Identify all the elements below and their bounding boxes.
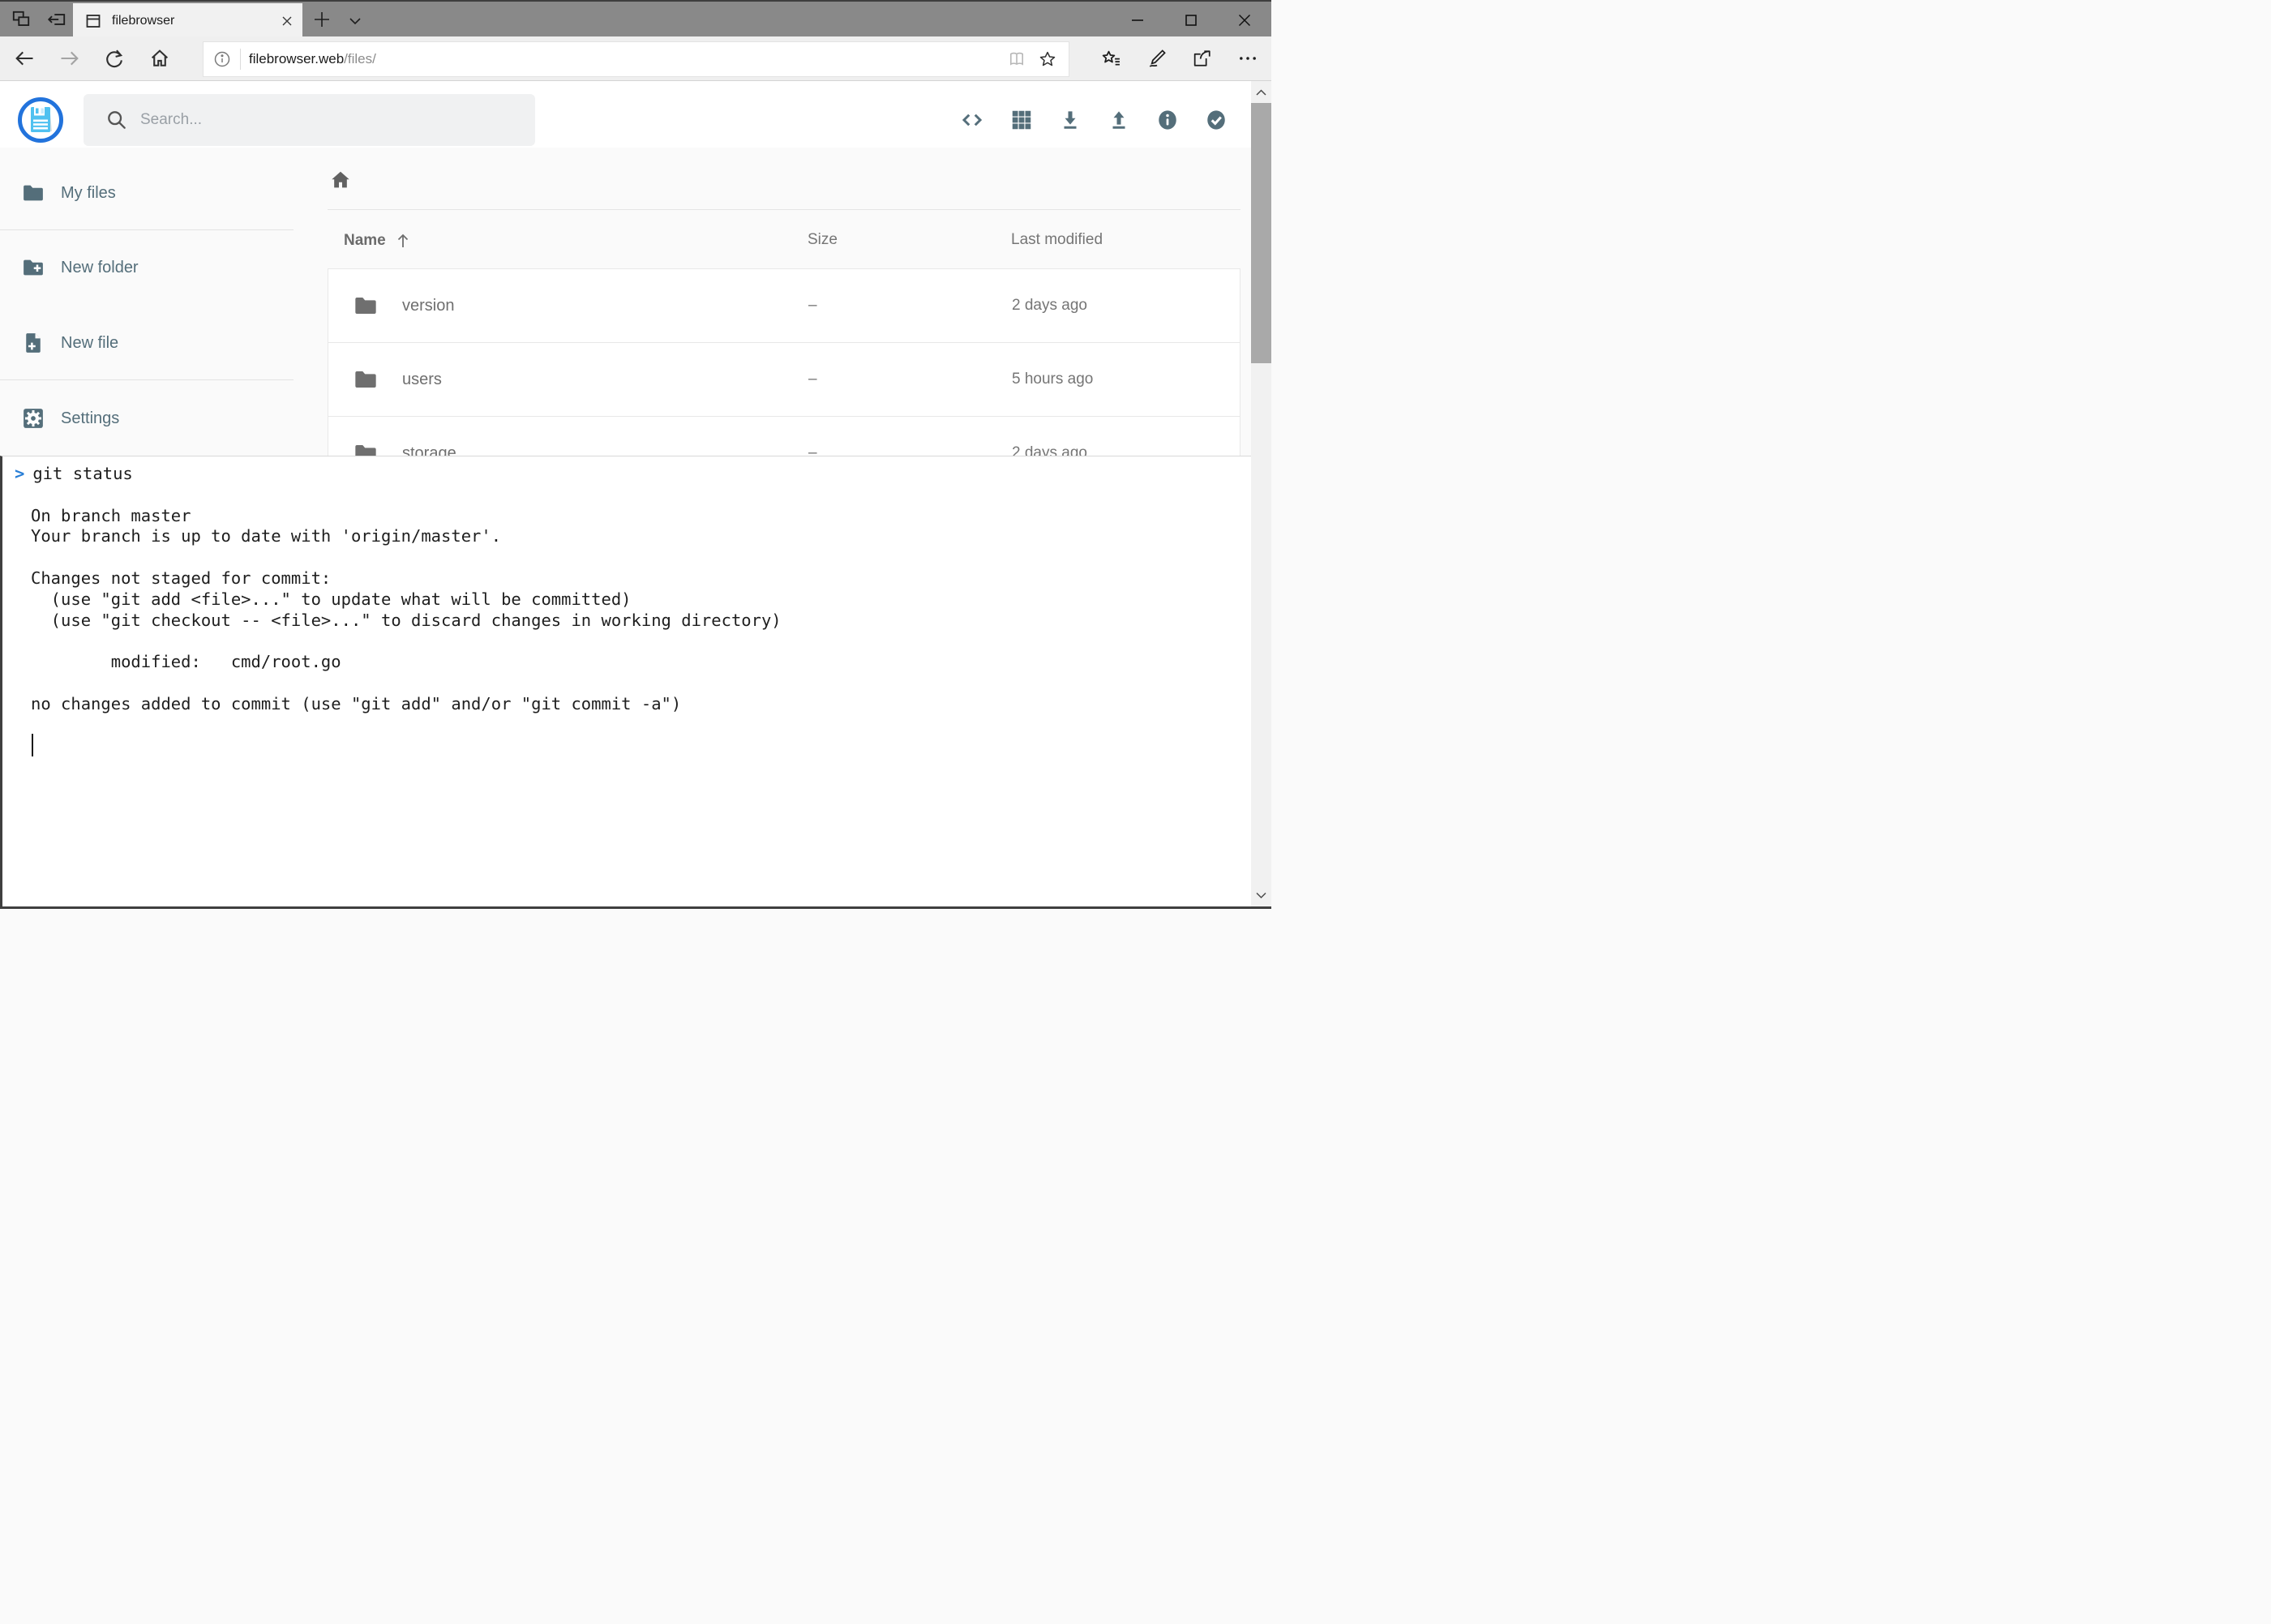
address-bar[interactable]: filebrowser.web/files/	[203, 41, 1069, 77]
annotate-pen-icon[interactable]	[1146, 47, 1168, 70]
sidebar-item-settings[interactable]: Settings	[0, 394, 300, 443]
sidebar-item-label: My files	[61, 184, 116, 203]
select-check-icon[interactable]	[1204, 108, 1228, 132]
share-icon[interactable]	[1191, 47, 1214, 70]
filebrowser-logo[interactable]	[17, 96, 64, 144]
upload-icon[interactable]	[1107, 108, 1131, 132]
page-scrollbar[interactable]	[1251, 81, 1271, 906]
file-modified: 5 hours ago	[1012, 343, 1093, 416]
tab-close-icon[interactable]	[281, 15, 294, 28]
info-icon[interactable]	[1155, 108, 1180, 132]
hub-favorites-icon[interactable]	[1100, 47, 1123, 70]
new-folder-icon	[21, 255, 45, 280]
window-maximize-button[interactable]	[1182, 11, 1200, 29]
settings-gear-icon	[21, 406, 45, 431]
breadcrumb-home-icon[interactable]	[329, 169, 352, 191]
url-text: filebrowser.web/files/	[249, 51, 376, 67]
favorite-star-icon[interactable]	[1038, 49, 1057, 69]
sidebar-item-label: New file	[61, 334, 118, 353]
sidebar-item-new-file[interactable]: New file	[0, 319, 300, 367]
sort-ascending-icon	[393, 231, 413, 251]
column-header-size[interactable]: Size	[808, 231, 838, 249]
site-info-icon[interactable]	[212, 49, 232, 69]
sidebar-item-new-folder[interactable]: New folder	[0, 243, 300, 292]
terminal-command: git status	[32, 464, 132, 485]
listing-divider	[328, 209, 1240, 210]
more-menu-icon[interactable]	[1236, 47, 1259, 70]
folder-icon	[353, 366, 379, 392]
tab-title: filebrowser	[112, 14, 281, 28]
column-header-name[interactable]: Name	[344, 231, 413, 251]
terminal-prompt-line: > git status	[2, 456, 1251, 485]
download-icon[interactable]	[1058, 108, 1082, 132]
scroll-up-icon[interactable]	[1254, 87, 1268, 98]
column-header-modified[interactable]: Last modified	[1011, 231, 1103, 249]
terminal-output: On branch master Your branch is up to da…	[2, 485, 1251, 715]
tab-preview-icon[interactable]	[11, 9, 32, 30]
file-row-users[interactable]: users – 5 hours ago	[328, 342, 1240, 417]
new-file-icon	[21, 331, 45, 355]
sidebar-divider	[0, 379, 294, 380]
sidebar-item-label: New folder	[61, 259, 139, 277]
window-close-button[interactable]	[1236, 11, 1253, 29]
refresh-button[interactable]	[103, 47, 126, 70]
file-modified: 2 days ago	[1012, 269, 1087, 342]
page-favicon-icon	[84, 11, 103, 31]
back-button[interactable]	[13, 47, 36, 70]
tab-list-dropdown-icon[interactable]	[347, 13, 363, 29]
window-minimize-button[interactable]	[1129, 11, 1146, 29]
sidebar-item-label: Settings	[61, 409, 119, 428]
urlbar-divider	[240, 49, 241, 70]
url-host: filebrowser.web	[249, 51, 344, 66]
scrollbar-thumb[interactable]	[1251, 103, 1271, 363]
url-path: /files/	[344, 51, 376, 66]
folder-icon	[21, 181, 45, 205]
file-name: users	[402, 371, 442, 389]
file-name: version	[402, 297, 454, 315]
browser-titlebar: filebrowser	[0, 0, 1271, 36]
file-row-version[interactable]: version – 2 days ago	[328, 268, 1240, 343]
home-button[interactable]	[148, 47, 171, 70]
terminal-cursor	[32, 734, 33, 756]
reading-view-icon[interactable]	[1007, 49, 1026, 69]
folder-icon	[353, 293, 379, 319]
raw-code-icon[interactable]	[960, 108, 984, 132]
search-input[interactable]	[139, 110, 499, 130]
search-box[interactable]	[84, 94, 535, 146]
search-icon	[105, 109, 128, 131]
set-tabs-aside-icon[interactable]	[46, 9, 67, 30]
browser-tab[interactable]: filebrowser	[73, 3, 302, 38]
file-size: –	[808, 343, 817, 416]
file-size: –	[808, 269, 817, 342]
scroll-down-icon[interactable]	[1254, 889, 1268, 901]
sidebar-item-my-files[interactable]: My files	[0, 169, 300, 217]
window-bottom-border	[0, 906, 1271, 909]
grid-view-icon[interactable]	[1009, 108, 1034, 132]
prompt-chevron-icon: >	[15, 464, 24, 485]
new-tab-button[interactable]	[313, 11, 331, 28]
terminal-panel[interactable]: > git status On branch master Your branch…	[0, 456, 1251, 906]
sidebar-divider	[0, 229, 294, 230]
forward-button[interactable]	[58, 47, 81, 70]
